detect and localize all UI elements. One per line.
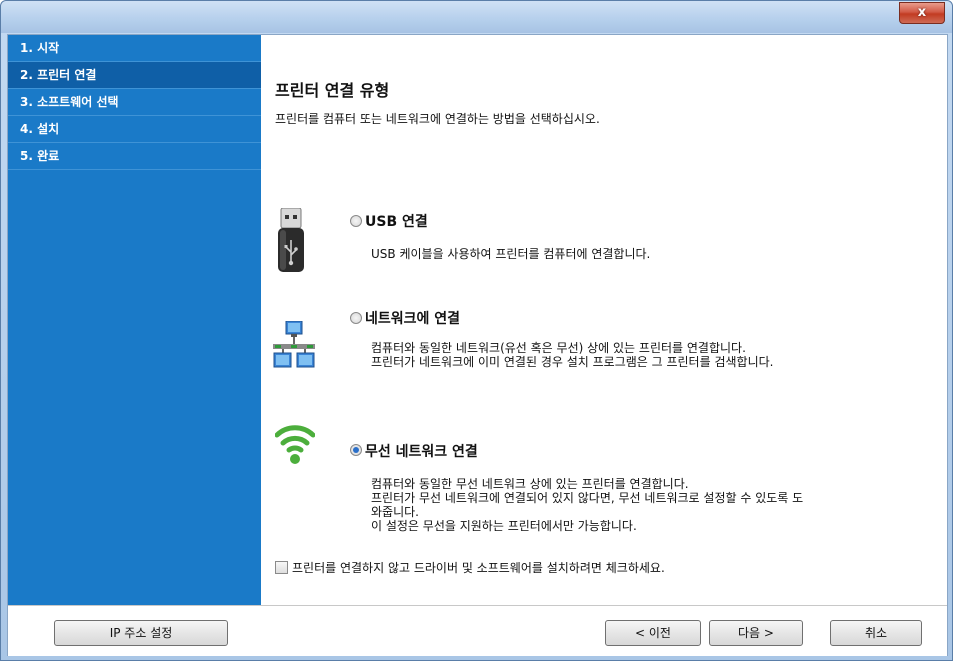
option-wireless[interactable]: 무선 네트워크 연결 컴퓨터와 동일한 무선 네트워크 상에 있는 프린터를 연… [261,407,947,533]
title-bar[interactable]: x [1,1,952,33]
usb-option-description: USB 케이블을 사용하여 프린터를 컴퓨터에 연결합니다. [371,247,650,261]
option-network[interactable]: 네트워크에 연결 컴퓨터와 동일한 네트워크(유선 혹은 무선) 상에 있는 프… [261,303,947,393]
sidebar-step-finish: 5. 완료 [8,143,261,170]
wireless-radio[interactable] [350,444,362,456]
steps-sidebar: 1. 시작 2. 프린터 연결 3. 소프트웨어 선택 4. 설치 5. 완료 [8,35,261,605]
window-client-area: 1. 시작 2. 프린터 연결 3. 소프트웨어 선택 4. 설치 5. 완료 … [7,34,948,656]
close-button[interactable]: x [899,2,945,24]
footer-bar: IP 주소 설정 < 이전 다음 > 취소 [8,605,947,656]
next-button[interactable]: 다음 > [709,620,803,646]
wireless-desc-line: 와줍니다. [371,505,419,519]
back-button[interactable]: < 이전 [605,620,701,646]
option-usb[interactable]: USB 연결 USB 케이블을 사용하여 프린터를 컴퓨터에 연결합니다. [261,205,947,285]
network-icon [273,320,315,375]
sidebar-step-printer-connection: 2. 프린터 연결 [8,62,261,89]
wifi-icon [274,417,316,471]
wireless-desc-line: 프린터가 무선 네트워크에 연결되어 있지 않다면, 무선 네트워크로 설정할 … [371,491,804,505]
sidebar-step-start: 1. 시작 [8,35,261,62]
usb-desc-line: USB 케이블을 사용하여 프린터를 컴퓨터에 연결합니다. [371,247,651,261]
install-without-printer-checkbox[interactable] [275,561,288,574]
sidebar-step-install: 4. 설치 [8,116,261,143]
network-desc-line: 프린터가 네트워크에 이미 연결된 경우 설치 프로그램은 그 프린터를 검색합… [371,355,774,369]
usb-radio[interactable] [350,215,362,227]
wireless-desc-line: 이 설정은 무선을 지원하는 프린터에서만 가능합니다. [371,519,637,533]
cancel-button[interactable]: 취소 [830,620,922,646]
page-description: 프린터를 컴퓨터 또는 네트워크에 연결하는 방법을 선택하십시오. [275,112,600,126]
wireless-desc-line: 컴퓨터와 동일한 무선 네트워크 상에 있는 프린터를 연결합니다. [371,477,689,491]
network-desc-line: 컴퓨터와 동일한 네트워크(유선 혹은 무선) 상에 있는 프린터를 연결합니다… [371,341,746,355]
install-without-printer-label[interactable]: 프린터를 연결하지 않고 드라이버 및 소프트웨어를 설치하려면 체크하세요. [292,559,665,576]
sidebar-step-software-selection: 3. 소프트웨어 선택 [8,89,261,116]
wireless-option-title: 무선 네트워크 연결 [365,444,478,460]
usb-option-title: USB 연결 [365,214,428,230]
wireless-option-description: 컴퓨터와 동일한 무선 네트워크 상에 있는 프린터를 연결합니다. 프린터가 … [371,477,803,533]
page-title: 프린터 연결 유형 [275,81,390,100]
usb-drive-icon [275,207,307,278]
ip-address-settings-button[interactable]: IP 주소 설정 [54,620,228,646]
network-option-description: 컴퓨터와 동일한 네트워크(유선 혹은 무선) 상에 있는 프린터를 연결합니다… [371,341,773,369]
network-option-title: 네트워크에 연결 [365,311,461,327]
network-radio[interactable] [350,312,362,324]
installer-window: x 1. 시작 2. 프린터 연결 3. 소프트웨어 선택 4. 설치 5. 완… [0,0,953,661]
main-content: 프린터 연결 유형 프린터를 컴퓨터 또는 네트워크에 연결하는 방법을 선택하… [261,35,947,605]
